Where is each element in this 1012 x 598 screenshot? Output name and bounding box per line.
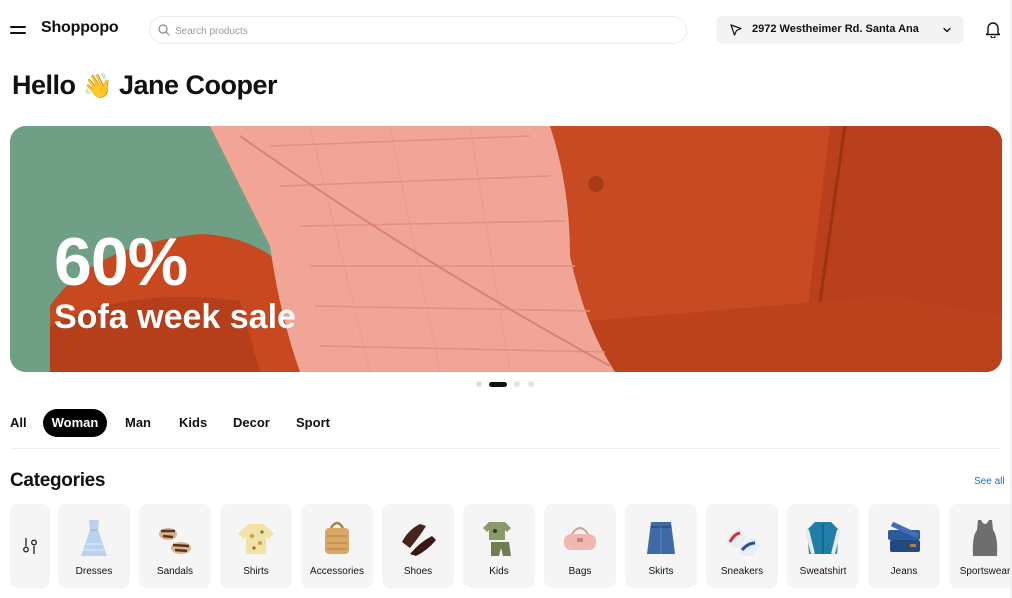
category-sneakers[interactable]: Sneakers bbox=[706, 504, 778, 588]
category-label: Kids bbox=[489, 566, 509, 577]
greeting-name: Jane Cooper bbox=[118, 70, 278, 100]
shirt-icon bbox=[238, 524, 274, 554]
notification-bell-icon[interactable] bbox=[985, 21, 1001, 38]
categories-title: Categories bbox=[10, 470, 106, 491]
jacket-icon bbox=[805, 522, 841, 555]
category-sportswear[interactable]: Sportswear bbox=[949, 504, 1012, 588]
tab-woman[interactable]: Woman bbox=[43, 409, 107, 437]
filter-button[interactable] bbox=[10, 504, 50, 588]
sneakers-icon bbox=[726, 528, 760, 556]
kids-outfit-icon bbox=[483, 522, 511, 556]
category-label: Shoes bbox=[403, 566, 433, 577]
greeting-heading: Hello 👋 Jane Cooper bbox=[12, 70, 277, 101]
carousel-dot-1[interactable] bbox=[476, 381, 482, 387]
filter-sliders-icon bbox=[23, 538, 37, 554]
dress-icon bbox=[81, 520, 107, 556]
shoes-icon bbox=[402, 524, 436, 556]
waving-hand-emoji: 👋 bbox=[82, 72, 113, 100]
tab-decor[interactable]: Decor bbox=[233, 409, 270, 437]
tab-all[interactable]: All bbox=[10, 409, 27, 437]
tab-sport[interactable]: Sport bbox=[296, 409, 330, 437]
category-label: Bags bbox=[568, 566, 592, 577]
sale-percent: 60% bbox=[54, 224, 188, 300]
category-accessories[interactable]: Accessories bbox=[301, 504, 373, 588]
category-dresses[interactable]: Dresses bbox=[58, 504, 130, 588]
app-logo[interactable]: Shoppopo bbox=[41, 19, 119, 37]
chevron-down-icon bbox=[943, 27, 951, 33]
category-shirts[interactable]: Shirts bbox=[220, 504, 292, 588]
category-label: Shirts bbox=[243, 566, 269, 577]
category-label: Accessories bbox=[310, 566, 364, 577]
bag-icon bbox=[564, 527, 596, 550]
tabs-divider bbox=[10, 448, 1000, 449]
category-label: Jeans bbox=[890, 566, 918, 577]
tank-top-icon bbox=[972, 520, 998, 556]
see-all-link[interactable]: See all bbox=[974, 476, 1005, 487]
carousel-dot-2[interactable] bbox=[489, 381, 507, 387]
location-selector[interactable]: 2972 Westheimer Rd. Santa Ana bbox=[716, 16, 964, 44]
skirt-icon bbox=[647, 522, 675, 554]
category-label: Skirts bbox=[648, 566, 674, 577]
tab-man[interactable]: Man bbox=[124, 409, 152, 437]
category-tabs: All Woman Man Kids Decor Sport bbox=[0, 409, 1012, 437]
search-bar[interactable] bbox=[149, 16, 687, 44]
greeting-hello: Hello bbox=[12, 70, 76, 100]
category-jeans[interactable]: Jeans bbox=[868, 504, 940, 588]
category-shoes[interactable]: Shoes bbox=[382, 504, 454, 588]
tab-kids[interactable]: Kids bbox=[179, 409, 207, 437]
category-label: Sweatshirt bbox=[799, 566, 847, 577]
search-input[interactable] bbox=[175, 21, 675, 41]
category-sweatshirt[interactable]: Sweatshirt bbox=[787, 504, 859, 588]
navigation-arrow-icon bbox=[730, 24, 742, 36]
category-kids[interactable]: Kids bbox=[463, 504, 535, 588]
carousel-dot-3[interactable] bbox=[514, 381, 520, 387]
accessories-icon bbox=[325, 521, 349, 554]
carousel-dot-4[interactable] bbox=[528, 381, 534, 387]
category-bags[interactable]: Bags bbox=[544, 504, 616, 588]
category-label: Dresses bbox=[75, 566, 113, 577]
search-icon bbox=[158, 24, 170, 36]
top-bar: Shoppopo 2972 Westheimer Rd. Santa Ana bbox=[0, 0, 1012, 60]
category-list: Dresses Sandals Shirts Accessories Shoes… bbox=[0, 504, 1012, 588]
sandals-icon bbox=[159, 528, 191, 554]
category-sandals[interactable]: Sandals bbox=[139, 504, 211, 588]
jeans-icon bbox=[888, 521, 920, 552]
category-skirts[interactable]: Skirts bbox=[625, 504, 697, 588]
hamburger-menu-icon[interactable] bbox=[10, 24, 26, 36]
category-label: Sportswear bbox=[959, 566, 1011, 577]
category-label: Sneakers bbox=[720, 566, 764, 577]
sale-subtitle: Sofa week sale bbox=[54, 298, 296, 336]
category-label: Sandals bbox=[156, 566, 194, 577]
hero-banner[interactable]: 60% Sofa week sale bbox=[10, 126, 1002, 372]
location-address: 2972 Westheimer Rd. Santa Ana bbox=[752, 23, 919, 35]
